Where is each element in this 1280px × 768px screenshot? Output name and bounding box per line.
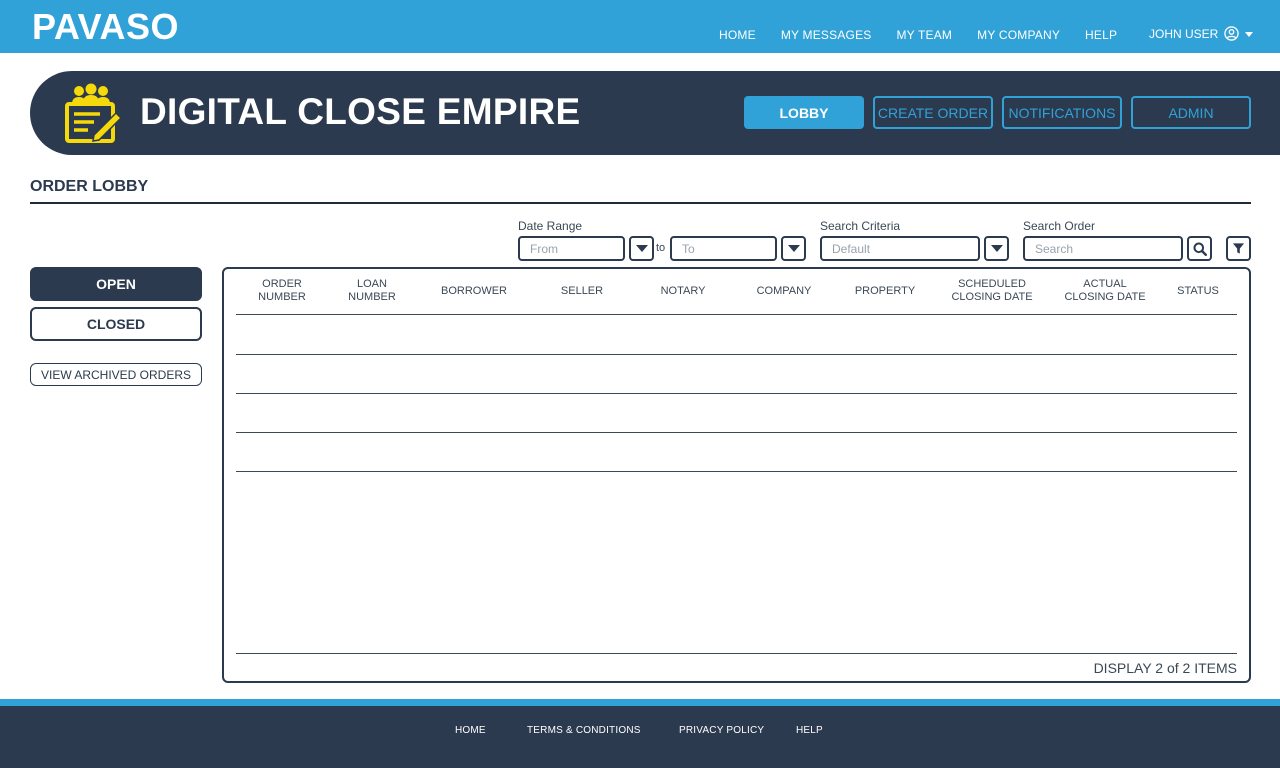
col-scheduled-closing-date[interactable]: SCHEDULED CLOSING DATE — [951, 278, 1032, 304]
view-archived-orders-button[interactable]: VIEW ARCHIVED ORDERS — [30, 363, 202, 386]
top-nav: HOME MY MESSAGES MY TEAM MY COMPANY HELP — [719, 28, 1117, 42]
search-criteria-select[interactable]: Default — [820, 236, 980, 261]
chevron-down-icon — [1245, 32, 1254, 37]
nav-my-team[interactable]: MY TEAM — [896, 28, 952, 42]
table-row[interactable] — [236, 394, 1237, 432]
search-icon — [1193, 242, 1207, 256]
footer-home-link[interactable]: HOME — [455, 725, 486, 736]
team-notepad-icon — [64, 82, 123, 149]
page-title: ORDER LOBBY — [30, 178, 149, 195]
pagination-summary: DISPLAY 2 of 2 ITEMS — [1093, 660, 1237, 676]
search-criteria-dropdown[interactable] — [984, 236, 1009, 261]
title-divider — [30, 202, 1251, 204]
footer: HOME TERMS & CONDITIONS PRIVACY POLICY H… — [0, 706, 1280, 768]
search-order-label: Search Order — [1023, 219, 1096, 233]
col-borrower[interactable]: BORROWER — [441, 285, 507, 298]
notifications-button[interactable]: NOTIFICATIONS — [1002, 96, 1122, 129]
col-order-number[interactable]: ORDER NUMBER — [258, 278, 306, 304]
table-row[interactable] — [236, 315, 1237, 354]
filter-icon — [1232, 243, 1245, 254]
table-row[interactable] — [236, 355, 1237, 393]
col-status[interactable]: STATUS — [1177, 285, 1219, 298]
user-name: JOHN USER — [1149, 26, 1219, 41]
caret-down-icon — [990, 245, 1003, 252]
caret-down-icon — [787, 245, 800, 252]
user-circle-icon — [1224, 26, 1240, 41]
hero-banner: DIGITAL CLOSE EMPIRE LOBBY CREATE ORDER … — [30, 71, 1280, 155]
admin-button[interactable]: ADMIN — [1131, 96, 1251, 129]
page-banner-title: DIGITAL CLOSE EMPIRE — [140, 91, 581, 132]
brand-logo[interactable]: PAVASO — [32, 6, 179, 48]
filter-button[interactable] — [1226, 236, 1251, 261]
date-from-input[interactable]: From — [518, 236, 625, 261]
nav-home[interactable]: HOME — [719, 28, 756, 42]
search-criteria-label: Search Criteria — [820, 219, 901, 233]
col-actual-closing-date[interactable]: ACTUAL CLOSING DATE — [1064, 278, 1145, 304]
table-row[interactable] — [236, 433, 1237, 471]
col-seller[interactable]: SELLER — [561, 285, 603, 298]
table-footer-divider — [236, 653, 1237, 654]
search-button[interactable] — [1187, 236, 1212, 261]
nav-my-company[interactable]: MY COMPANY — [977, 28, 1060, 42]
row-divider — [236, 471, 1237, 472]
footer-accent-stripe — [0, 699, 1280, 706]
date-to-input[interactable]: To — [670, 236, 777, 261]
date-to-dropdown[interactable] — [781, 236, 806, 261]
footer-help-link[interactable]: HELP — [796, 725, 823, 736]
search-order-input[interactable]: Search — [1023, 236, 1183, 261]
create-order-button[interactable]: CREATE ORDER — [873, 96, 993, 129]
user-menu[interactable]: JOHN USER — [1149, 26, 1254, 41]
lobby-button[interactable]: LOBBY — [744, 96, 864, 129]
date-to-separator: to — [656, 242, 666, 254]
col-company[interactable]: COMPANY — [757, 285, 812, 298]
date-range-label: Date Range — [518, 219, 583, 233]
caret-down-icon — [635, 245, 648, 252]
footer-terms-link[interactable]: TERMS & CONDITIONS — [527, 725, 641, 736]
col-notary[interactable]: NOTARY — [661, 285, 706, 298]
date-from-dropdown[interactable] — [629, 236, 654, 261]
nav-help[interactable]: HELP — [1085, 28, 1117, 42]
top-bar: PAVASO HOME MY MESSAGES MY TEAM MY COMPA… — [0, 0, 1280, 53]
closed-orders-button[interactable]: CLOSED — [30, 307, 202, 341]
open-orders-button[interactable]: OPEN — [30, 267, 202, 301]
col-property[interactable]: PROPERTY — [855, 285, 915, 298]
nav-my-messages[interactable]: MY MESSAGES — [781, 28, 872, 42]
col-loan-number[interactable]: LOAN NUMBER — [348, 278, 396, 304]
footer-privacy-link[interactable]: PRIVACY POLICY — [679, 725, 764, 736]
